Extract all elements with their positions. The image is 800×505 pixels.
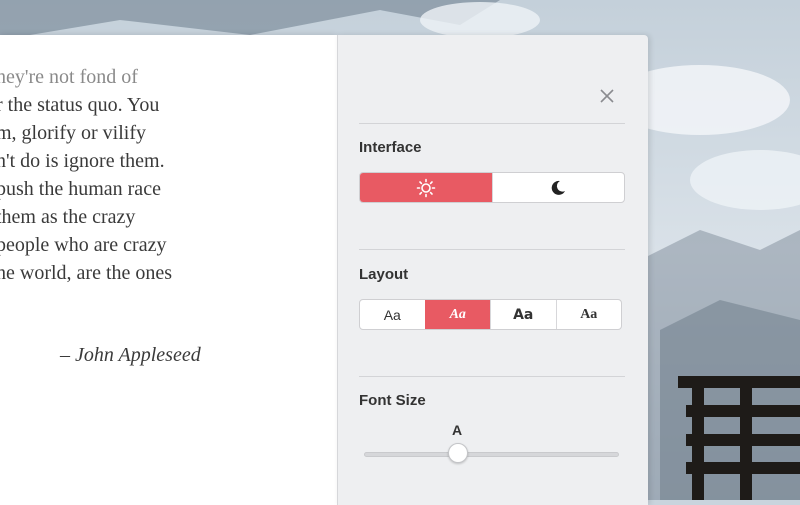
layout-option-serif-bold[interactable]: Aa	[555, 300, 622, 329]
close-icon	[600, 89, 614, 103]
quote-line: m, glorify or vilify	[0, 122, 146, 144]
moon-icon	[551, 180, 566, 195]
font-size-value-label: A	[452, 422, 463, 438]
sun-icon	[416, 178, 436, 197]
layout-font-selector: Aa Aa Aa Aa	[359, 299, 622, 330]
quote-line: n't do is ignore them.	[0, 150, 165, 172]
layout-option-sans[interactable]: Aa	[360, 300, 425, 329]
interface-theme-toggle	[359, 172, 625, 203]
quote-line: people who are crazy	[0, 234, 167, 256]
divider	[359, 249, 625, 250]
quote-author: – John Appleseed	[60, 344, 201, 366]
quote-line: hey're not fond of	[0, 66, 138, 88]
quote-line: them as the crazy	[0, 206, 136, 228]
font-size-slider-thumb[interactable]	[448, 443, 469, 463]
font-size-section-title: Font Size	[359, 392, 426, 409]
theme-dark-option[interactable]	[491, 173, 625, 202]
quote-line: r the status quo. You	[0, 94, 160, 116]
quote-line: push the human race	[0, 178, 161, 200]
quote-line: he world, are the ones	[0, 262, 173, 284]
font-size-slider-track[interactable]	[364, 452, 619, 457]
settings-panel: Interface Layout Aa Aa Aa Aa Font Size A	[337, 35, 648, 505]
interface-section-title: Interface	[359, 139, 422, 156]
divider	[359, 123, 625, 124]
layout-option-sans-bold[interactable]: Aa	[490, 300, 556, 329]
close-button[interactable]	[598, 87, 616, 105]
layout-section-title: Layout	[359, 266, 409, 283]
layout-option-serif-italic[interactable]: Aa	[424, 300, 490, 329]
theme-light-option[interactable]	[360, 173, 492, 202]
divider	[359, 376, 625, 377]
reading-page: hey're not fond of r the status quo. You…	[0, 35, 337, 505]
